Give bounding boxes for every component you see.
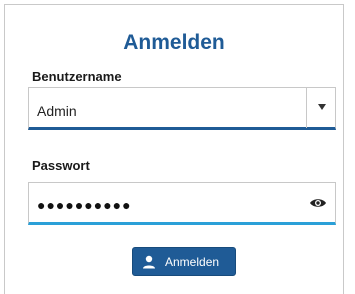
chevron-down-icon[interactable] xyxy=(318,104,326,110)
select-divider xyxy=(306,88,307,128)
login-panel: Anmelden Benutzername Admin Passwort ●●●… xyxy=(4,4,344,294)
eye-icon[interactable] xyxy=(309,197,327,209)
password-field[interactable]: ●●●●●●●●●● xyxy=(28,182,336,225)
login-title: Anmelden xyxy=(123,31,225,54)
login-button[interactable]: Anmelden xyxy=(132,247,236,276)
user-icon xyxy=(143,255,155,269)
password-value: ●●●●●●●●●● xyxy=(37,197,132,213)
username-select[interactable]: Admin xyxy=(28,87,336,130)
username-label: Benutzername xyxy=(32,69,122,84)
password-label: Passwort xyxy=(32,158,90,173)
username-value: Admin xyxy=(37,103,77,119)
login-button-label: Anmelden xyxy=(165,255,220,269)
